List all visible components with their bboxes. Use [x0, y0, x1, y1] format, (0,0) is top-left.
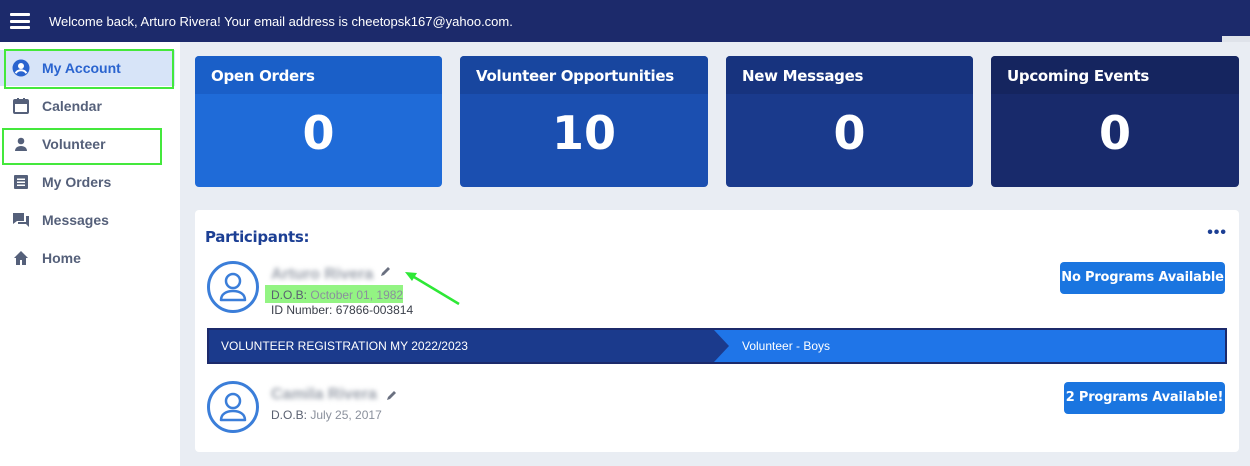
person-icon: [12, 135, 30, 153]
sidebar-item-label: Messages: [42, 212, 109, 228]
sidebar-item-label: Volunteer: [42, 136, 106, 152]
stat-card-title: Volunteer Opportunities: [460, 56, 708, 94]
registration-role: Volunteer - Boys: [742, 339, 831, 353]
sidebar-item-label: My Account: [42, 60, 121, 76]
chat-icon: [12, 211, 30, 229]
participant-name: Camila Rivera: [271, 386, 377, 403]
sidebar-item-label: My Orders: [42, 174, 112, 190]
stat-card-title: Upcoming Events: [991, 56, 1239, 94]
dob-label: D.O.B:: [271, 408, 308, 422]
annotation-arrow-icon: [405, 272, 460, 306]
stat-card-new-messages[interactable]: New Messages 0: [726, 56, 973, 187]
more-options-icon[interactable]: •••: [1207, 224, 1227, 242]
dob-field: D.O.B: July 25, 2017: [271, 408, 382, 422]
stat-card-title: Open Orders: [195, 56, 442, 94]
user-avatar-icon: [219, 392, 247, 422]
calendar-icon: [12, 97, 30, 115]
dob-label: D.O.B:: [271, 288, 308, 302]
user-avatar-icon: [219, 272, 247, 302]
dob-value: July 25, 2017: [310, 408, 382, 422]
sidebar-item-home[interactable]: Home: [0, 240, 175, 276]
avatar: [207, 261, 259, 313]
orders-list-icon: [12, 173, 30, 191]
home-icon: [12, 249, 30, 267]
dob-value: October 01, 1982: [310, 288, 404, 302]
programs-available-button[interactable]: 2 Programs Available!: [1064, 382, 1225, 414]
dob-field: D.O.B: October 01, 1982: [271, 288, 403, 302]
sidebar-item-volunteer[interactable]: Volunteer: [0, 126, 175, 162]
sidebar-item-calendar[interactable]: Calendar: [0, 88, 175, 124]
stat-card-value: 10: [551, 106, 616, 160]
topbar-corner: [1222, 36, 1250, 42]
stat-card-volunteer-opportunities[interactable]: Volunteer Opportunities 10: [460, 56, 708, 187]
participant-name: Arturo Rivera: [271, 266, 374, 283]
no-programs-available-button[interactable]: No Programs Available: [1060, 262, 1225, 294]
account-circle-icon: [12, 59, 30, 77]
registration-program: VOLUNTEER REGISTRATION MY 2022/2023: [209, 330, 729, 362]
participants-panel: Participants: ••• Arturo Rivera D.O.B: O…: [195, 210, 1239, 452]
id-number: ID Number: 67866-003814: [271, 303, 413, 317]
hamburger-menu-icon[interactable]: [10, 13, 30, 29]
stat-card-value: 0: [302, 106, 335, 160]
welcome-message: Welcome back, Arturo Rivera! Your email …: [49, 14, 513, 29]
stat-card-title: New Messages: [726, 56, 973, 94]
stat-card-value: 0: [833, 106, 866, 160]
sidebar-item-my-orders[interactable]: My Orders: [0, 164, 175, 200]
sidebar-item-label: Home: [42, 250, 81, 266]
stat-card-upcoming-events[interactable]: Upcoming Events 0: [991, 56, 1239, 187]
stat-card-value: 0: [1098, 106, 1131, 160]
registration-bar[interactable]: VOLUNTEER REGISTRATION MY 2022/2023 Volu…: [207, 328, 1227, 364]
top-bar: Welcome back, Arturo Rivera! Your email …: [0, 0, 1250, 42]
sidebar-item-my-account[interactable]: My Account: [0, 50, 175, 86]
participants-title: Participants:: [205, 228, 310, 246]
sidebar-item-label: Calendar: [42, 98, 102, 114]
sidebar: My Account Calendar Volunteer My Orders …: [0, 42, 180, 466]
id-label: ID Number:: [271, 303, 333, 317]
avatar: [207, 381, 259, 433]
edit-pencil-icon[interactable]: [379, 264, 393, 278]
edit-pencil-icon[interactable]: [385, 388, 399, 402]
sidebar-item-messages[interactable]: Messages: [0, 202, 175, 238]
stat-card-open-orders[interactable]: Open Orders 0: [195, 56, 442, 187]
